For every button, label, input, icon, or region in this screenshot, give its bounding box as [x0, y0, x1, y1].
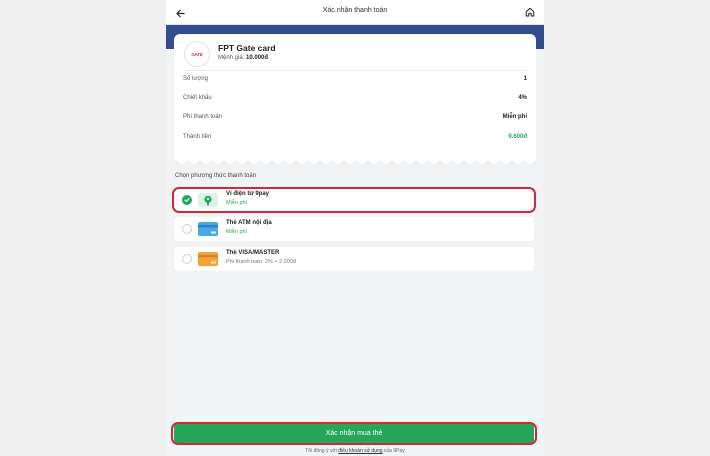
payment-method-name: Ví điện tử 9pay [226, 191, 270, 197]
summary-label: Chiết khấu [183, 95, 212, 101]
terms-text: Tôi đồng ý với điều khoản sử dụng của 9P… [166, 448, 544, 454]
product-denomination: Mệnh giá: 10.000đ [218, 55, 268, 61]
divider [183, 70, 527, 71]
product-logo-text: GATE [191, 51, 203, 57]
summary-row-total: Thành tiền 9.600đ [183, 132, 527, 144]
product-name: FPT Gate card [218, 43, 276, 53]
visa-card-icon [198, 252, 218, 266]
summary-label: Thành tiền [183, 134, 212, 140]
summary-value: 4% [518, 95, 527, 101]
page-title: Xác nhận thanh toán [322, 7, 388, 14]
terms-link[interactable]: điều khoản sử dụng [338, 448, 382, 454]
payment-method-atm[interactable]: Thẻ ATM nội địa Miễn phí [174, 217, 534, 241]
summary-label: Phí thanh toán [183, 114, 223, 120]
receipt-edge [174, 158, 536, 165]
payment-method-fee: Miễn phí [226, 200, 248, 206]
denomination-label: Mệnh giá: [218, 55, 245, 61]
atm-card-icon [198, 222, 218, 236]
product-logo: GATE [185, 42, 209, 66]
payment-method-9pay[interactable]: Ví điện tử 9pay Miễn phí [174, 188, 534, 212]
checkmark-icon [184, 197, 190, 203]
confirm-purchase-button[interactable]: Xác nhận mua thẻ [174, 424, 534, 443]
arrow-left-icon [175, 9, 185, 17]
home-button[interactable] [522, 4, 538, 20]
order-summary-card: GATE FPT Gate card Mệnh giá: 10.000đ Số … [174, 34, 536, 160]
total-amount: 9.600đ [508, 134, 527, 140]
payment-method-visa[interactable]: Thẻ VISA/MASTER Phí thanh toán: 2% + 2.2… [174, 247, 534, 271]
payment-method-fee: Miễn phí [226, 229, 248, 235]
checkout-screen: Xác nhận thanh toán GATE FPT Gate card M… [166, 0, 544, 456]
summary-value: Miễn phí [502, 114, 527, 120]
top-bar: Xác nhận thanh toán [166, 0, 544, 25]
payment-section-title: Chọn phương thức thanh toán [175, 173, 257, 179]
payment-method-fee: Phí thanh toán: 2% + 2.200đ [226, 259, 296, 265]
summary-value: 1 [523, 76, 527, 82]
radio-selected[interactable] [182, 195, 192, 205]
terms-prefix: Tôi đồng ý với [305, 448, 337, 454]
payment-method-name: Thẻ VISA/MASTER [226, 250, 280, 256]
back-button[interactable] [172, 5, 188, 21]
summary-row-quantity: Số lượng 1 [183, 74, 527, 86]
denomination-value: 10.000đ [246, 55, 269, 61]
summary-row-fee: Phí thanh toán Miễn phí [183, 112, 527, 124]
9pay-wallet-icon [198, 193, 218, 207]
home-icon [525, 7, 535, 17]
summary-label: Số lượng [183, 76, 208, 82]
terms-suffix: của 9Pay [383, 448, 405, 454]
radio-unselected[interactable] [182, 224, 192, 234]
summary-row-discount: Chiết khấu 4% [183, 93, 527, 105]
payment-method-name: Thẻ ATM nội địa [226, 220, 272, 226]
radio-unselected[interactable] [182, 254, 192, 264]
